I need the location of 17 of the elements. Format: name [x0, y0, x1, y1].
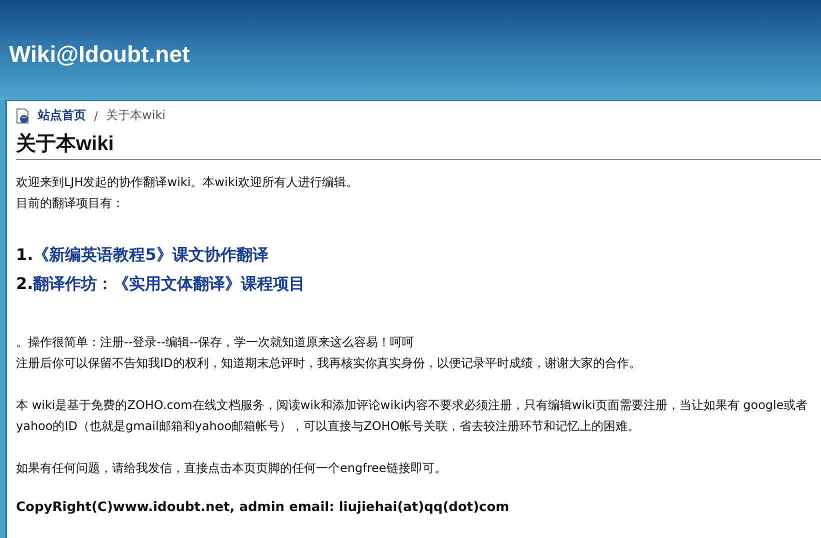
paragraph-text: 如果有任何问题，请给我发信，直接点击本页页脚的任何一个engfree链接即可。 [16, 460, 448, 477]
paragraph-text: 注册后你可以保留不告知我ID的权利，知道期末总评时，我再核实你真实身份，以便记录平时成绩，谢谢大家的合作。 [16, 355, 642, 372]
list-number: 2. [16, 274, 34, 293]
site-title[interactable]: Wiki@Idoubt.net [9, 40, 190, 68]
page-title: 关于本wiki [16, 130, 821, 160]
copyright-text: CopyRight(C)www.idoubt.net, admin email: liujiehai(at)qq(dot)com [16, 500, 510, 515]
home-link[interactable]: 站点首页 [38, 107, 86, 124]
paragraph-text: 。操作很简单：注册--登录--编辑--保存，学一次就知道原来这么容易！呵呵 [16, 334, 415, 351]
breadcrumb-current: 关于本wiki [106, 107, 166, 124]
page-icon [16, 108, 30, 124]
intro-text: 欢迎来到LJH发起的协作翻译wiki。本wiki欢迎所有人进行编辑。 [16, 174, 360, 191]
intro-text: 目前的翻译项目有： [16, 195, 125, 212]
project-link[interactable]: 《新编英语教程5》课文协作翻译 [33, 245, 268, 264]
breadcrumb-separator: / [94, 108, 98, 122]
project-link[interactable]: 翻译作坊：《实用文体翻译》课程项目 [33, 274, 306, 293]
list-number: 1. [16, 245, 34, 264]
paragraph-text: 本 wiki是基于免费的ZOHO.com在线文档服务，阅读wik和添加评论wiki内容不要求必须注册，只有编辑wiki页面需要注册，当让如果有 google或者yahoo的ID（也就是gmail邮箱和yahoo邮箱帐号），可以直接与ZOHO帐号关联，省去较注册环节和记忆上的困难。 [16, 397, 809, 435]
